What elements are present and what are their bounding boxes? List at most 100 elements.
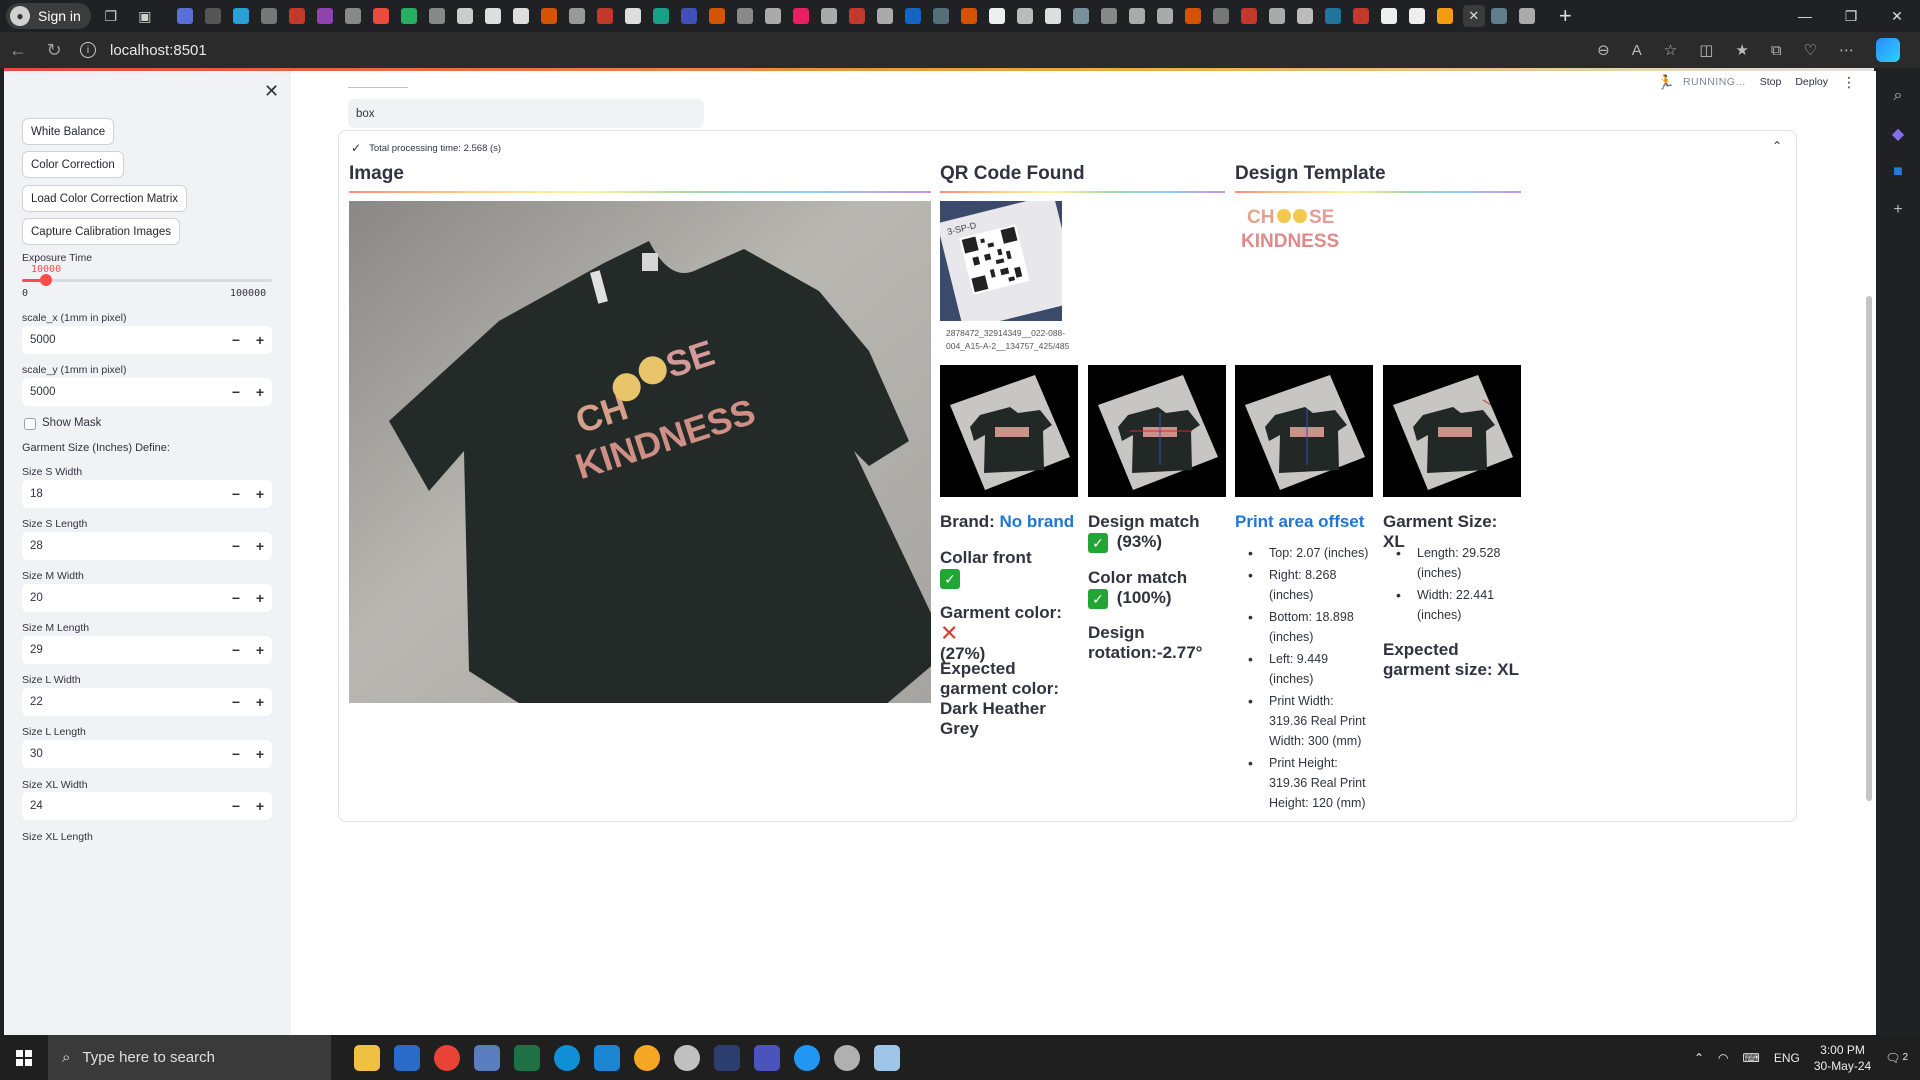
load-ccm-button[interactable]: Load Color Correction Matrix [22, 185, 188, 212]
tab-favicon-icon[interactable] [1184, 8, 1201, 24]
size-value[interactable]: 22 [22, 696, 224, 708]
increment-button[interactable]: + [248, 642, 272, 658]
url-field[interactable]: i localhost:8501 [80, 42, 207, 59]
decrement-button[interactable]: − [224, 538, 248, 554]
collections-icon[interactable]: ⧉ [1771, 42, 1782, 59]
tab-favicon-icon[interactable] [1044, 8, 1061, 24]
zoom-icon[interactable]: ⊖ [1597, 41, 1610, 59]
stop-button[interactable]: Stop [1760, 76, 1782, 88]
size-m-width-input[interactable]: 20 − + [22, 584, 272, 612]
tab-favicon-icon[interactable] [1016, 8, 1033, 24]
clock[interactable]: 3:00 PM 30-May-24 [1814, 1042, 1871, 1074]
tab-favicon-icon[interactable] [344, 8, 361, 24]
edge-icon[interactable] [554, 1044, 580, 1071]
tab-favicon-icon[interactable] [1380, 8, 1397, 24]
app-icon[interactable] [674, 1044, 700, 1071]
decrement-button[interactable]: − [224, 746, 248, 762]
tab-favicon-icon[interactable] [904, 8, 921, 24]
back-icon[interactable]: ← [0, 40, 36, 61]
tab-favicon-icon[interactable] [232, 8, 249, 24]
capture-calibration-button[interactable]: Capture Calibration Images [22, 218, 180, 245]
size-value[interactable]: 29 [22, 644, 224, 656]
tab-favicon-icon[interactable] [456, 8, 473, 24]
exposure-slider-thumb[interactable] [40, 274, 52, 286]
size-xl-width-input[interactable]: 24 − + [22, 792, 272, 820]
start-button[interactable] [0, 1035, 48, 1080]
tab-favicon-icon[interactable] [1490, 8, 1507, 24]
app-icon[interactable] [714, 1044, 740, 1071]
decrement-button[interactable]: − [224, 642, 248, 658]
new-tab-icon[interactable]: + [1559, 3, 1572, 29]
site-info-icon[interactable]: i [80, 42, 96, 58]
minimize-icon[interactable]: — [1782, 0, 1828, 32]
size-m-length-input[interactable]: 29 − + [22, 636, 272, 664]
favorite-star-icon[interactable]: ☆ [1664, 41, 1677, 59]
scale-x-value[interactable]: 5000 [22, 334, 224, 346]
tab-favicon-icon[interactable] [1128, 8, 1145, 24]
decrement-button[interactable]: − [224, 384, 248, 400]
tab-favicon-icon[interactable] [624, 8, 641, 24]
text-input[interactable]: box [348, 99, 704, 128]
excel-icon[interactable] [514, 1044, 540, 1071]
app-icon[interactable] [794, 1044, 820, 1071]
size-l-width-input[interactable]: 22 − + [22, 688, 272, 716]
app-icon[interactable] [474, 1044, 500, 1071]
tab-favicon-icon[interactable] [372, 8, 389, 24]
size-value[interactable]: 20 [22, 592, 224, 604]
show-mask-checkbox[interactable] [24, 418, 36, 430]
tab-favicon-icon[interactable] [568, 8, 585, 24]
tab-favicon-icon[interactable] [596, 8, 613, 24]
tab-favicon-icon[interactable] [1518, 8, 1535, 24]
decrement-button[interactable]: − [224, 590, 248, 606]
app-icon[interactable] [874, 1044, 900, 1071]
active-tab-close-icon[interactable]: ✕ [1462, 5, 1485, 27]
tab-favicon-icon[interactable] [1352, 8, 1369, 24]
store-icon[interactable] [394, 1044, 420, 1071]
collapse-chevron-icon[interactable]: ⌃ [1772, 139, 1782, 153]
tab-actions-icon[interactable]: ▣ [131, 3, 159, 29]
tab-favicon-icon[interactable] [316, 8, 333, 24]
language-indicator[interactable]: ENG [1774, 1051, 1800, 1065]
tab-favicon-icon[interactable] [428, 8, 445, 24]
tab-favicon-icon[interactable] [400, 8, 417, 24]
search-icon[interactable]: ⌕ [1888, 86, 1908, 106]
app-icon[interactable] [634, 1044, 660, 1071]
tab-favicon-icon[interactable] [1100, 8, 1117, 24]
tab-favicon-icon[interactable] [540, 8, 557, 24]
tab-favicon-icon[interactable] [1156, 8, 1173, 24]
tab-favicon-icon[interactable] [680, 8, 697, 24]
increment-button[interactable]: + [248, 798, 272, 814]
file-explorer-icon[interactable] [354, 1044, 380, 1071]
favorites-icon[interactable]: ★ [1735, 41, 1748, 59]
tab-favicon-icon[interactable] [1240, 8, 1257, 24]
tab-favicon-icon[interactable] [260, 8, 277, 24]
color-correction-button[interactable]: Color Correction [22, 151, 124, 178]
increment-button[interactable]: + [248, 590, 272, 606]
tab-favicon-icon[interactable] [288, 8, 305, 24]
tab-favicon-icon[interactable] [876, 8, 893, 24]
chrome-icon[interactable] [434, 1044, 460, 1071]
tab-favicon-icon[interactable] [1408, 8, 1425, 24]
size-value[interactable]: 18 [22, 488, 224, 500]
main-menu-icon[interactable]: ⋮ [1842, 74, 1856, 91]
size-s-length-input[interactable]: 28 − + [22, 532, 272, 560]
tab-favicon-icon[interactable] [1436, 8, 1453, 24]
decrement-button[interactable]: − [224, 798, 248, 814]
tab-favicon-icon[interactable] [652, 8, 669, 24]
app-icon[interactable] [834, 1044, 860, 1071]
workspaces-icon[interactable]: ❐ [97, 3, 125, 29]
increment-button[interactable]: + [248, 486, 272, 502]
increment-button[interactable]: + [248, 746, 272, 762]
size-l-length-input[interactable]: 30 − + [22, 740, 272, 768]
tab-favicon-icon[interactable] [484, 8, 501, 24]
extensions-icon[interactable]: ♡ [1804, 41, 1817, 59]
tab-favicon-icon[interactable] [204, 8, 221, 24]
decrement-button[interactable]: − [224, 486, 248, 502]
tab-favicon-icon[interactable] [848, 8, 865, 24]
scale-x-input[interactable]: 5000 − + [22, 326, 272, 354]
scale-y-value[interactable]: 5000 [22, 386, 224, 398]
white-balance-button[interactable]: White Balance [22, 118, 115, 145]
outlook-icon[interactable]: ■ [1888, 162, 1908, 182]
vscode-icon[interactable] [594, 1044, 620, 1071]
add-icon[interactable]: + [1888, 200, 1908, 220]
